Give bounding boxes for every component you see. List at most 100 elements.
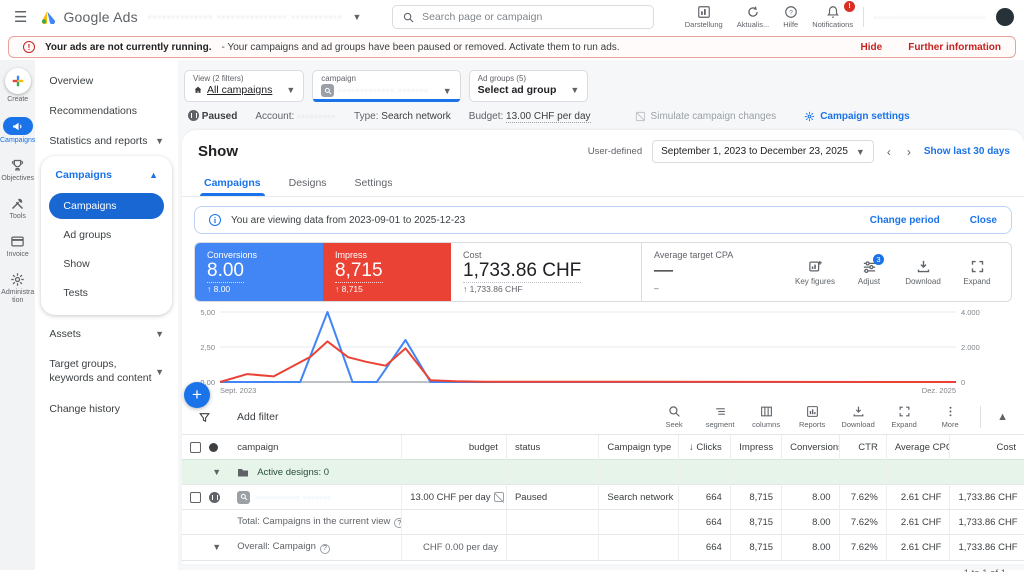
more-dots-icon xyxy=(944,405,957,418)
google-ads-logo: Google Ads xyxy=(41,9,137,25)
refresh-icon xyxy=(746,5,760,19)
rail-invoice[interactable]: Invoice xyxy=(7,234,29,259)
nav-sub-tests[interactable]: Tests xyxy=(49,280,164,306)
campaign-row[interactable]: ··········· ······· 13.00 CHF per day Pa… xyxy=(182,485,1024,510)
nav-sub-show[interactable]: Show xyxy=(49,251,164,277)
ad-group-dropdown[interactable]: Ad groups (5) Select ad group ▼ xyxy=(469,70,589,102)
segment-button[interactable]: segment xyxy=(698,405,742,429)
show-last-30-days-link[interactable]: Show last 30 days xyxy=(924,146,1010,157)
nav-recommendations[interactable]: Recommendations xyxy=(35,96,178,126)
sort-clicks-header[interactable]: ↓ Clicks xyxy=(679,435,730,460)
chevron-down-icon: ▼ xyxy=(443,86,452,96)
seek-button[interactable]: Seek xyxy=(652,405,696,429)
chevron-down-icon: ▼ xyxy=(856,147,865,157)
date-range-dropdown[interactable]: September 1, 2023 to December 23, 2025 ▼ xyxy=(652,140,874,163)
search-input[interactable]: Search page or campaign xyxy=(392,5,654,29)
rail-tools[interactable]: Tools xyxy=(10,196,26,221)
view-filter-dropdown[interactable]: View (2 filters) All campaigns ▼ xyxy=(184,70,304,102)
columns-button[interactable]: columns xyxy=(744,405,788,429)
alert-icon: ! xyxy=(23,41,35,53)
expand-table-button[interactable]: Expand xyxy=(882,405,926,429)
campaign-settings-button[interactable]: Campaign settings xyxy=(804,111,909,122)
left-rail: Create Campaigns Objectives xyxy=(0,60,35,570)
nav-statistics[interactable]: Statistics and reports▼ xyxy=(35,126,178,156)
add-campaign-fab[interactable]: + xyxy=(184,382,210,408)
segment-icon xyxy=(714,405,727,418)
svg-text:Sept. 2023: Sept. 2023 xyxy=(220,386,256,395)
nav-sub-ad-groups[interactable]: Ad groups xyxy=(49,222,164,248)
metric-impressions[interactable]: Impress 8,715 ↑ 8,715 xyxy=(323,243,451,301)
menu-icon[interactable]: ☰ xyxy=(10,8,31,26)
tab-campaigns[interactable]: Campaigns xyxy=(192,169,273,196)
side-nav: Overview Recommendations Statistics and … xyxy=(35,60,178,570)
account-caret-icon[interactable]: ▼ xyxy=(352,12,361,22)
divider xyxy=(863,7,864,27)
rail-administration[interactable]: Administra tion xyxy=(0,272,35,305)
nav-change-history[interactable]: Change history xyxy=(35,394,178,424)
create-button[interactable]: Create xyxy=(5,68,31,104)
help-button[interactable]: ? Hilfe xyxy=(783,5,798,29)
svg-text:4.000: 4.000 xyxy=(961,308,980,317)
metric-cost[interactable]: Cost 1,733.86 CHF ↑ 1,733.86 CHF xyxy=(451,243,641,301)
expand-button[interactable]: Expand xyxy=(953,259,1001,286)
metrics-strip: Conversions 8.00 ↑ 8.00 Impress 8,715 ↑ … xyxy=(194,242,1012,302)
total-row: Total: Campaigns in the current view? 66… xyxy=(182,510,1024,535)
svg-text:Dez. 2025: Dez. 2025 xyxy=(922,386,956,395)
select-all-checkbox[interactable] xyxy=(190,442,201,453)
avatar[interactable] xyxy=(996,8,1014,26)
scope-filter-row: View (2 filters) All campaigns ▼ campaig… xyxy=(178,60,1024,102)
download-table-button[interactable]: Download xyxy=(836,405,880,429)
more-button[interactable]: More xyxy=(928,405,972,429)
search-icon xyxy=(668,405,681,418)
simulate-changes-button: Simulate campaign changes xyxy=(635,111,777,122)
chevron-down-icon[interactable]: ▼ xyxy=(212,542,221,552)
budget-value[interactable]: 13.00 CHF per day xyxy=(506,111,591,123)
change-period-link[interactable]: Change period xyxy=(870,215,940,226)
main-content: View (2 filters) All campaigns ▼ campaig… xyxy=(178,60,1024,570)
close-banner-link[interactable]: Close xyxy=(970,215,997,226)
rail-campaigns[interactable]: Campaigns xyxy=(0,117,35,145)
rail-objectives[interactable]: Objectives xyxy=(1,158,34,183)
gear-icon xyxy=(804,111,815,122)
nav-assets[interactable]: Assets▼ xyxy=(35,319,178,349)
nav-overview[interactable]: Overview xyxy=(35,66,178,96)
search-icon xyxy=(403,12,414,23)
add-filter-button[interactable]: Add filter xyxy=(198,411,278,424)
nav-target-groups[interactable]: Target groups, keywords and content▼ xyxy=(35,349,178,394)
metric-average-target-cpa[interactable]: Average target CPA — – xyxy=(641,243,791,301)
metric-conversions[interactable]: Conversions 8.00 ↑ 8.00 xyxy=(195,243,323,301)
adjust-button[interactable]: 3 Adjust xyxy=(845,259,893,286)
expand-icon xyxy=(898,405,911,418)
date-prev-button[interactable]: ‹ xyxy=(884,145,894,159)
tab-designs[interactable]: Designs xyxy=(277,169,339,196)
hide-alert-link[interactable]: Hide xyxy=(861,42,883,53)
date-next-button[interactable]: › xyxy=(904,145,914,159)
megaphone-icon xyxy=(11,120,24,133)
further-information-link[interactable]: Further information xyxy=(908,42,1001,53)
notifications-button[interactable]: ! Notifications xyxy=(812,5,853,29)
account-value: ········· xyxy=(297,111,336,122)
chevron-down-icon[interactable]: ▼ xyxy=(212,467,221,477)
refresh-button[interactable]: Aktualis... xyxy=(737,5,770,29)
gear-icon xyxy=(10,272,25,287)
paused-status-icon xyxy=(209,492,220,503)
collapse-table-button[interactable]: ▲ xyxy=(989,411,1016,423)
campaign-name-link[interactable]: ··········· ······· xyxy=(256,492,331,502)
nav-sub-campaigns[interactable]: Campaigns xyxy=(49,193,164,219)
download-button[interactable]: Download xyxy=(899,259,947,286)
download-icon xyxy=(852,405,865,418)
info-icon: i xyxy=(209,214,221,226)
key-figures-button[interactable]: Key figures xyxy=(791,259,839,286)
row-checkbox[interactable] xyxy=(190,492,201,503)
adjust-badge: 3 xyxy=(873,254,884,265)
chevron-down-icon: ▼ xyxy=(286,85,295,95)
account-name[interactable]: ·············· ··············· ·········… xyxy=(148,11,343,23)
tab-settings[interactable]: Settings xyxy=(343,169,405,196)
appearance-button[interactable]: Darstellung xyxy=(685,5,723,29)
active-designs-group-row: ▼ Active designs: 0 xyxy=(182,460,1024,485)
campaign-selector-dropdown[interactable]: campaign ············· ······· ▼ xyxy=(312,70,460,102)
reports-button[interactable]: Reports xyxy=(790,405,834,429)
svg-text:0: 0 xyxy=(961,378,965,387)
nav-campaigns-section[interactable]: Campaigns▲ xyxy=(41,160,172,190)
page-title: Show xyxy=(198,143,238,160)
